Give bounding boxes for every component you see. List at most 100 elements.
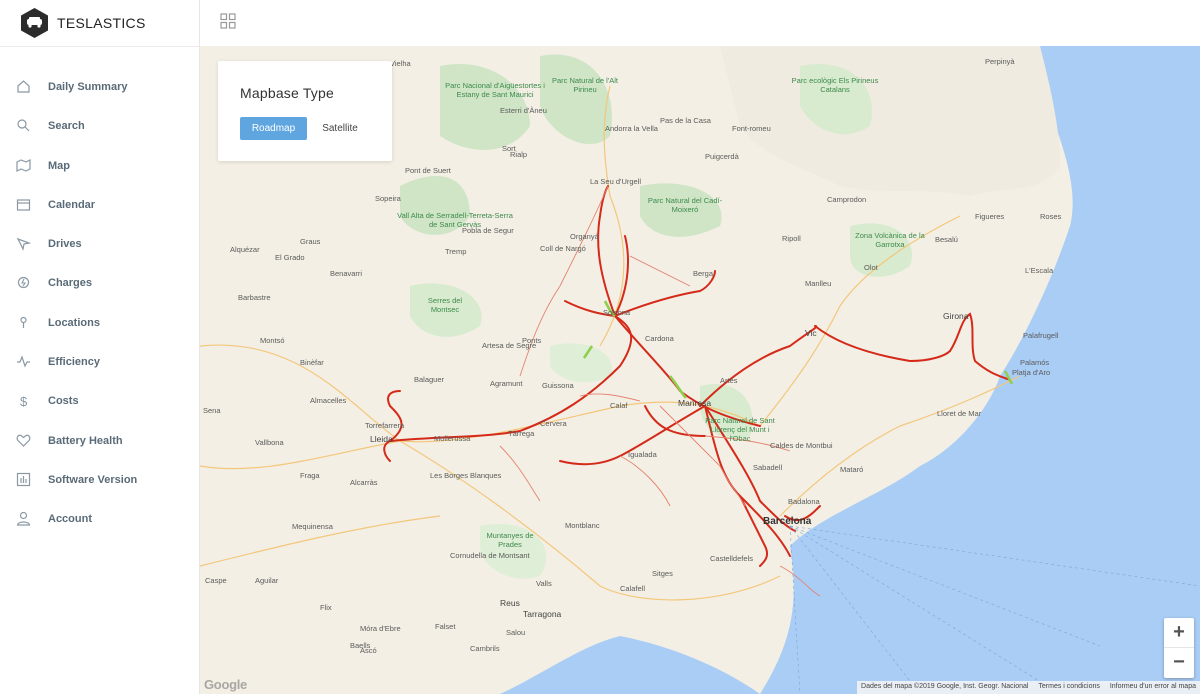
sidebar-item-label: Search — [48, 120, 85, 133]
sidebar-item-search[interactable]: Search — [0, 106, 199, 145]
map-place-label: Salou — [506, 628, 526, 637]
home-icon — [17, 80, 30, 93]
map-place-label: Ponts — [522, 336, 542, 345]
report-error-link[interactable]: Informeu d'un error al mapa — [1106, 681, 1200, 692]
france-area — [720, 46, 1060, 196]
map-place-label: Cardona — [645, 334, 674, 343]
map-place-label: Berga — [693, 269, 714, 278]
zoom-out-button[interactable]: − — [1164, 648, 1194, 677]
sidebar-item-costs[interactable]: $ Costs — [0, 381, 199, 420]
zoom-control: + − — [1164, 618, 1194, 678]
map-place-label: La Seu d'Urgell — [590, 177, 642, 186]
map-place-label: Sena — [203, 406, 221, 415]
charge-icon — [17, 277, 30, 289]
sidebar-item-drives[interactable]: Drives — [0, 224, 199, 263]
brand[interactable]: TESLASTICS — [0, 0, 199, 47]
park-area — [540, 54, 612, 145]
map-park-label: Parc Natural de Sant Llorenç del Munt i … — [705, 416, 775, 443]
sidebar-item-label: Software Version — [48, 473, 138, 486]
map-place-label: Binèfar — [300, 358, 324, 367]
map-place-label: Igualada — [628, 450, 657, 459]
map-place-label: Vic — [805, 328, 817, 338]
mapbase-type-panel: Mapbase Type Roadmap Satellite — [218, 61, 392, 161]
map-data-credit: Dades del mapa ©2019 Google, Inst. Geogr… — [861, 683, 1029, 690]
map-place-label: Lleida — [370, 434, 393, 444]
map-place-label: Tàrrega — [508, 429, 535, 438]
sidebar: TESLASTICS Daily Summary Search Map Calenda… — [0, 0, 200, 694]
map-place-label: Lloret de Mar — [937, 409, 982, 418]
map-park-label: Muntanyes de Prades — [486, 531, 534, 549]
map-place-label: Mequinensa — [292, 522, 333, 531]
map-place-label: Manlleu — [805, 279, 832, 288]
chart-icon — [16, 472, 31, 487]
sidebar-item-label: Locations — [48, 316, 100, 329]
sidebar-item-battery-health[interactable]: Battery Health — [0, 421, 199, 460]
sidebar-item-label: Daily Summary — [48, 81, 128, 93]
sidebar-item-label: Efficiency — [48, 356, 100, 369]
map-place-label: Barcelona — [763, 516, 812, 527]
map-place-label: Mataró — [840, 465, 864, 474]
map-place-label: Camprodon — [827, 195, 867, 204]
dollar-icon: $ — [20, 394, 28, 408]
map-place-label: Alquézar — [230, 245, 260, 254]
map-place-label: Cambrils — [470, 644, 500, 653]
map-place-label: Barbastre — [238, 293, 271, 302]
map-place-label: L'Escala — [1025, 266, 1054, 275]
sidebar-item-charges[interactable]: Charges — [0, 263, 199, 302]
map-place-label: Almacelles — [310, 396, 347, 405]
sidebar-item-account[interactable]: Account — [0, 499, 199, 538]
map-place-label: Pont de Suert — [405, 166, 451, 175]
roadmap-button[interactable]: Roadmap — [240, 117, 307, 140]
map-place-label: Artés — [720, 376, 738, 385]
sidebar-item-label: Costs — [48, 395, 79, 408]
map-place-label: Perpinyà — [985, 57, 1015, 66]
sidebar-item-locations[interactable]: Locations — [0, 303, 199, 342]
google-logo: Google — [204, 677, 247, 692]
map-place-label: Reus — [500, 598, 520, 608]
satellite-button[interactable]: Satellite — [314, 117, 366, 140]
map-place-label: Coll de Nargó — [540, 244, 586, 253]
sidebar-item-daily-summary[interactable]: Daily Summary — [0, 67, 199, 106]
map-place-label: Montblanc — [565, 521, 600, 530]
sidebar-item-efficiency[interactable]: Efficiency — [0, 342, 199, 381]
map-park-label: Serres del Montsec — [427, 296, 463, 314]
map-canvas[interactable]: Barcelona Lleida Girona Tarragona Reus Manres… — [200, 46, 1200, 694]
sidebar-nav: Daily Summary Search Map Calendar Drives Char… — [0, 67, 199, 539]
park-area — [550, 343, 612, 383]
map-place-label: Pas de la Casa — [660, 116, 711, 125]
map-icon — [16, 158, 31, 172]
map-place-label: Tarragona — [523, 609, 562, 619]
map-park-label: Parc Natural del Cadí-Moixeró — [647, 196, 723, 214]
map-place-label: Rialp — [510, 150, 528, 159]
map-place-label: Olot — [864, 263, 878, 272]
map-park-label: Parc Natural de l'Alt Pirineu — [551, 76, 619, 94]
terms-link[interactable]: Termes i condicions — [1034, 681, 1103, 692]
map-place-label: Sitges — [652, 569, 673, 578]
sidebar-item-map[interactable]: Map — [0, 146, 199, 185]
zoom-in-button[interactable]: + — [1164, 618, 1194, 648]
drive-icon — [16, 238, 31, 252]
map-place-label: Calaf — [610, 401, 628, 410]
map-place-label: Badalona — [788, 497, 820, 506]
map-park-label: Parc ecològic Els Pirineus Catalans — [791, 76, 879, 94]
map-place-label: Castelldefels — [710, 554, 753, 563]
svg-text:$: $ — [20, 394, 28, 408]
sidebar-item-software-version[interactable]: Software Version — [0, 460, 199, 499]
grid-menu-icon[interactable] — [220, 13, 236, 29]
map-place-label: Benavarri — [330, 269, 363, 278]
sidebar-item-label: Charges — [48, 277, 93, 290]
map-place-label: Vielha — [390, 59, 411, 68]
map-place-label: Móra d'Ebre — [360, 624, 401, 633]
map-place-label: Cervera — [540, 419, 567, 428]
map-place-label: Falset — [435, 622, 456, 631]
map-place-label: Torrefarrera — [365, 421, 405, 430]
user-icon — [16, 512, 31, 526]
map-place-label: Caspe — [205, 576, 227, 585]
map-place-label: Aguilar — [255, 576, 279, 585]
map-place-label: Puigcerdà — [705, 152, 739, 161]
map-place-label: Mollerussa — [434, 434, 471, 443]
sidebar-item-calendar[interactable]: Calendar — [0, 185, 199, 224]
map-place-label: Palamós — [1020, 358, 1050, 367]
map-place-label: Alcarràs — [350, 478, 378, 487]
map-place-label: Esterri d'Àneu — [500, 106, 547, 115]
